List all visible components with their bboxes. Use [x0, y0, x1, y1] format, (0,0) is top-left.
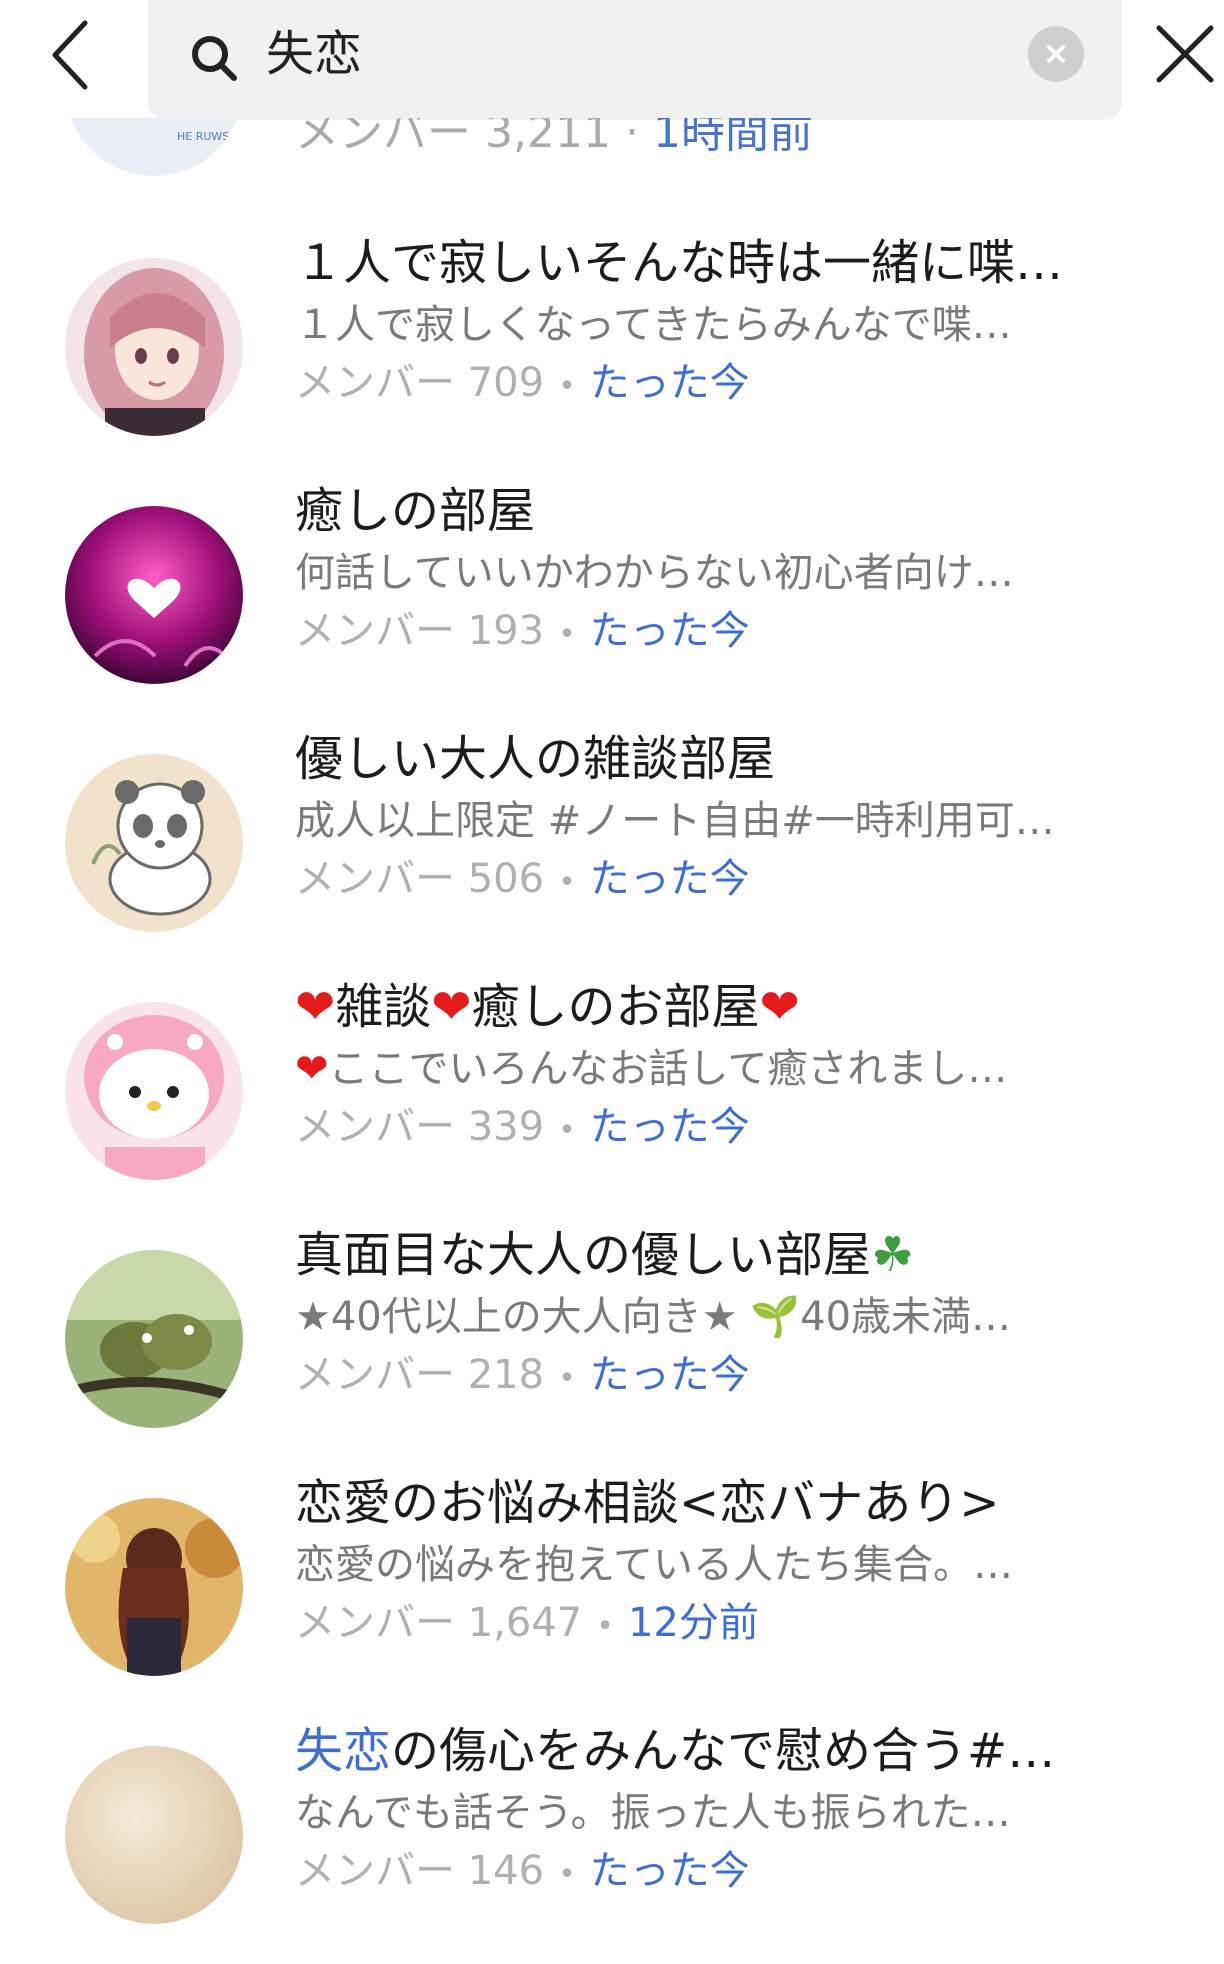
member-meta: メンバー 709 • たった今 — [295, 360, 750, 406]
avatar — [65, 754, 243, 932]
room-description: 何話していいかわからない初心者向け… — [295, 550, 1014, 596]
back-button[interactable] — [30, 10, 110, 100]
woman-back-avatar-icon — [65, 1498, 243, 1676]
room-description: １人で寂しくなってきたらみんなで喋… — [295, 302, 1012, 348]
top-bar: 失恋 — [0, 0, 1224, 125]
room-description: なんでも話そう。振った人も振られた… — [295, 1790, 1011, 1836]
avatar — [65, 506, 243, 684]
room-title: 癒しの部屋 — [295, 483, 536, 539]
panda-avatar-icon — [65, 754, 243, 932]
search-match-highlight: 失恋 — [295, 1723, 392, 1779]
avatar — [65, 1002, 243, 1180]
my-melody-avatar-icon — [65, 1002, 243, 1180]
avatar — [65, 1498, 243, 1676]
avatar — [65, 258, 243, 436]
room-title: 真面目な大人の優しい部屋☘ — [295, 1227, 915, 1283]
member-meta: メンバー 1,647 • 12分前 — [295, 1600, 759, 1646]
chevron-left-icon — [52, 20, 88, 90]
close-button[interactable] — [1150, 14, 1220, 94]
avatar — [65, 1746, 243, 1924]
member-meta: メンバー 3,211 · 1時間前 — [295, 118, 813, 158]
beige-avatar-icon — [65, 1746, 243, 1924]
list-item[interactable]: １人で寂しいそんな時は一緒に喋… １人で寂しくなってきたらみんなで喋… メンバー… — [0, 228, 1224, 476]
list-item[interactable]: 癒しの部屋 何話していいかわからない初心者向け… メンバー 193 • たった今 — [0, 476, 1224, 724]
search-icon — [192, 36, 237, 81]
room-title: 優しい大人の雑談部屋 — [295, 731, 776, 787]
clear-icon — [1047, 45, 1065, 63]
search-input[interactable]: 失恋 — [266, 24, 362, 84]
room-description: 成人以上限定 #ノート自由#一時利用可… — [295, 798, 1055, 844]
list-item[interactable]: ❤雑談❤癒しのお部屋❤ ❤ここでいろんなお話して癒されまし… メンバー 339 •… — [0, 972, 1224, 1220]
list-item-partial[interactable]: HE RUWS メンバー 3,211 · 1時間前 — [0, 118, 1224, 178]
member-meta: メンバー 193 • たった今 — [295, 608, 750, 654]
list-item[interactable]: 恋愛のお悩み相談<恋バナあり> 恋愛の悩みを抱えている人たち集合。… メンバー … — [0, 1468, 1224, 1716]
room-title: １人で寂しいそんな時は一緒に喋… — [295, 235, 1064, 291]
room-description: ❤ここでいろんなお話して癒されまし… — [295, 1046, 1008, 1092]
member-meta: メンバー 146 • たった今 — [295, 1848, 750, 1894]
anime-girl-avatar-icon — [65, 258, 243, 436]
room-title: ❤雑談❤癒しのお部屋❤ — [295, 979, 800, 1035]
close-icon — [1156, 25, 1214, 83]
member-meta: メンバー 506 • たった今 — [295, 856, 750, 902]
member-meta: メンバー 218 • たった今 — [295, 1352, 750, 1398]
list-item[interactable]: 真面目な大人の優しい部屋☘ ★40代以上の大人向き★ 🌱40歳未満… メンバー … — [0, 1220, 1224, 1468]
avatar: HE RUWS — [65, 118, 243, 176]
search-bar[interactable]: 失恋 — [148, 0, 1122, 120]
room-title: 恋愛のお悩み相談<恋バナあり> — [295, 1475, 1000, 1531]
avatar — [65, 1250, 243, 1428]
pink-heart-avatar-icon — [65, 506, 243, 684]
room-description: ★40代以上の大人向き★ 🌱40歳未満… — [295, 1294, 1012, 1340]
clear-search-button[interactable] — [1028, 26, 1084, 82]
member-meta: メンバー 339 • たった今 — [295, 1104, 750, 1150]
list-item[interactable]: 失恋の傷心をみんなで慰め合う#… なんでも話そう。振った人も振られた… メンバー… — [0, 1716, 1224, 1964]
birds-avatar-icon — [65, 1250, 243, 1428]
list-item[interactable]: 優しい大人の雑談部屋 成人以上限定 #ノート自由#一時利用可… メンバー 506… — [0, 724, 1224, 972]
room-title: 失恋の傷心をみんなで慰め合う#… — [295, 1723, 1056, 1779]
room-description: 恋愛の悩みを抱えている人たち集合。… — [295, 1542, 1013, 1588]
